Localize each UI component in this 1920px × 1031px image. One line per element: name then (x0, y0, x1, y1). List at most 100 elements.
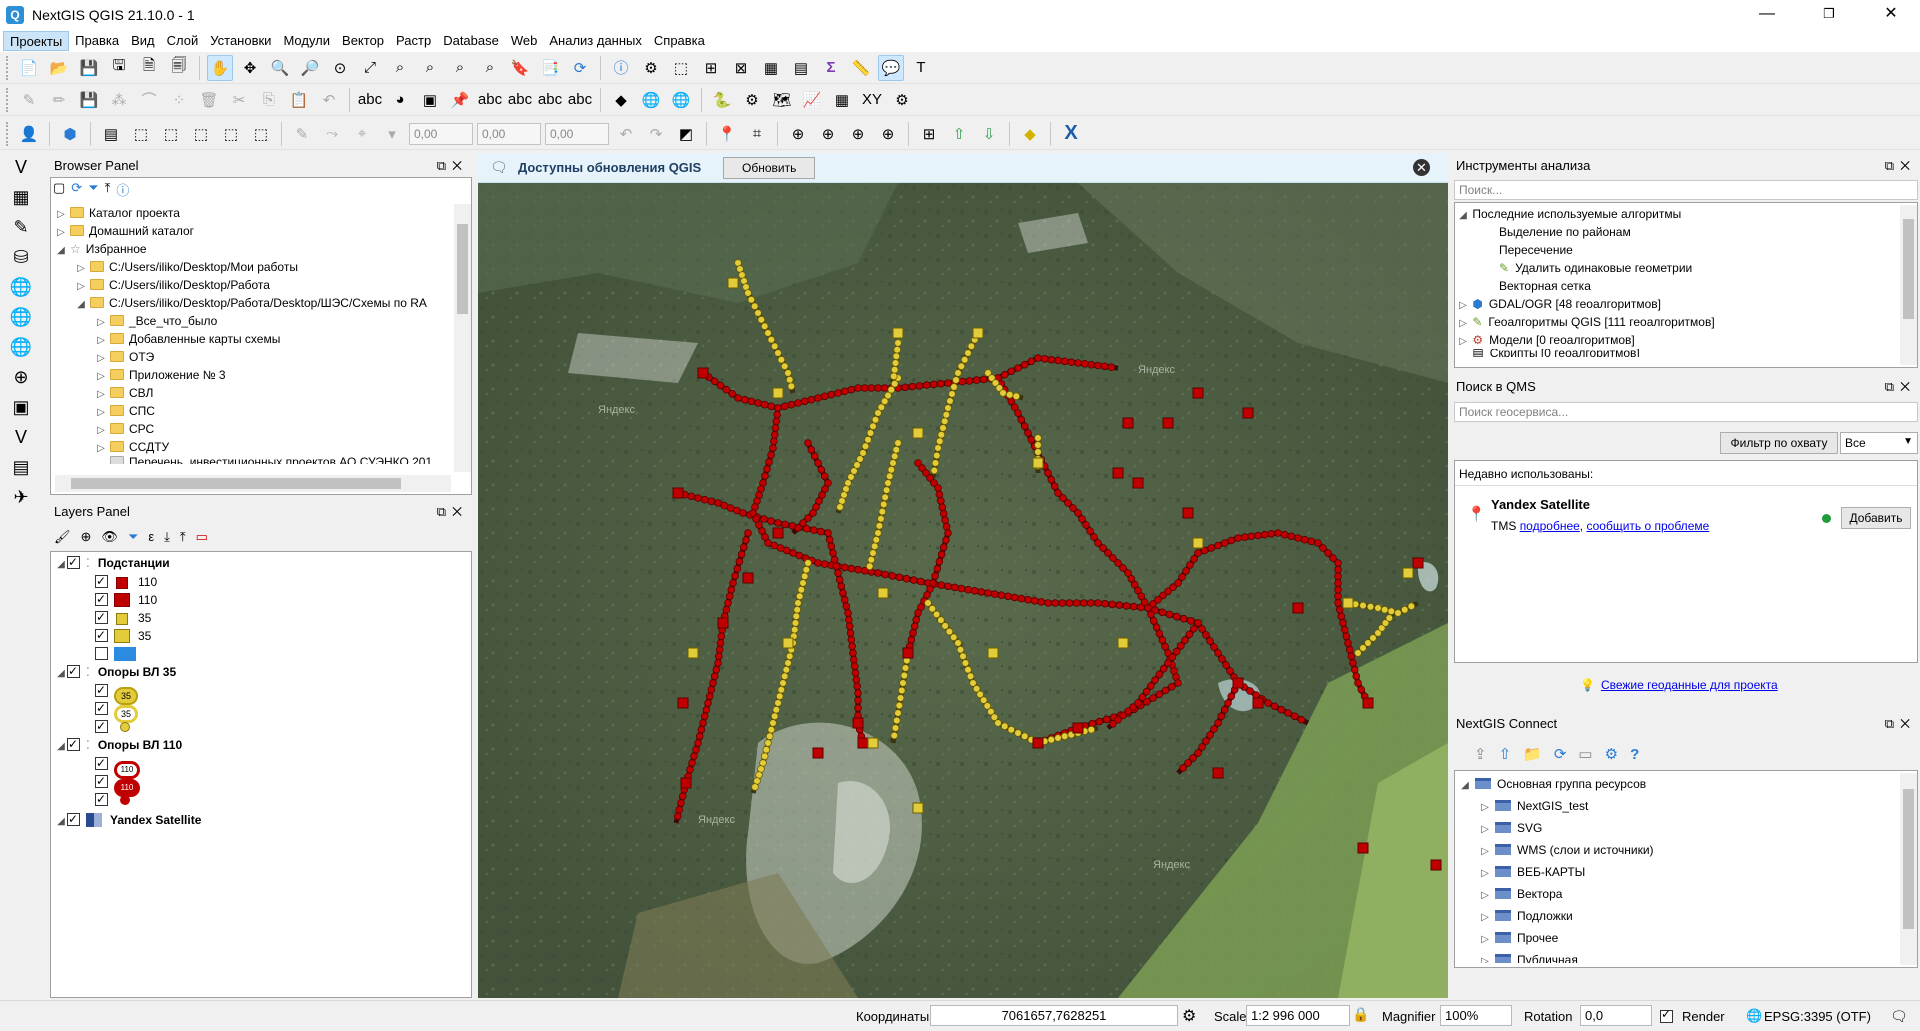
scale-input[interactable]: 1:2 996 000 (1246, 1005, 1350, 1026)
browser-item[interactable]: ▷ C:/Users/iliko/Desktop/Мои работы (55, 258, 451, 276)
digitize-icon[interactable]: ✎ (289, 121, 315, 147)
browser-item[interactable]: ▷ _Все_что_было (55, 312, 451, 330)
properties-icon[interactable]: ⓘ (116, 180, 129, 200)
statistics-icon[interactable]: Σ (818, 55, 844, 81)
new-bookmark-icon[interactable]: 🔖 (507, 55, 533, 81)
legend-checkbox[interactable] (95, 754, 108, 772)
fresh-geodata-link[interactable]: Свежие геоданные для проекта (1601, 678, 1778, 692)
python-console-icon[interactable]: 🐍 (709, 87, 735, 113)
provider-item[interactable]: ▷ ✎ Геоалгоритмы QGIS [111 геоалгоритмов] (1457, 313, 1897, 331)
menu-help[interactable]: Справка (648, 31, 711, 51)
table-icon[interactable]: ▤ (98, 121, 124, 147)
add-raster-icon[interactable]: ▦ (8, 184, 34, 210)
resource-group[interactable]: ◢ Основная группа ресурсов (1459, 773, 1899, 795)
label-icon[interactable]: abc (357, 87, 383, 113)
new-layer-icon[interactable]: V (8, 424, 34, 450)
gps-tool-2-icon[interactable]: ⊕ (815, 121, 841, 147)
select-radius-icon[interactable]: ⬚ (218, 121, 244, 147)
vertex-tool-icon[interactable]: ⌒ (136, 87, 162, 113)
globe-search-icon[interactable]: 🌐 (668, 87, 694, 113)
panel-float-close-icon[interactable]: ⧉✕ (1885, 156, 1916, 176)
layer-group[interactable]: ◢⁚Подстанции (55, 554, 465, 573)
measure-icon[interactable]: 📏 (848, 55, 874, 81)
xy-tools-icon[interactable]: XY (859, 87, 885, 113)
resource-item[interactable]: ▷ NextGIS_test (1459, 795, 1899, 817)
add-group-icon[interactable]: ⊕ (81, 529, 92, 545)
field-calculator-icon[interactable]: ▤ (788, 55, 814, 81)
algorithm-item[interactable]: Выделение по районам (1457, 223, 1897, 241)
save-edits-icon[interactable]: 💾 (76, 87, 102, 113)
provider-item[interactable]: ▷ ⚙ Модели [0 геоалгоритмов] (1457, 331, 1897, 349)
menu-edit[interactable]: Правка (69, 31, 125, 51)
advanced-digitize-icon[interactable]: ▾ (379, 121, 405, 147)
import-icon[interactable]: ⇪ (1474, 745, 1487, 763)
paste-features-icon[interactable]: 📋 (286, 87, 312, 113)
move-feature-icon[interactable]: ⁘ (166, 87, 192, 113)
legend-checkbox[interactable] (95, 681, 108, 699)
analysis-scrollbar[interactable] (1900, 205, 1917, 365)
cut-features-icon[interactable]: ✂ (226, 87, 252, 113)
text-annotation-icon[interactable]: T (908, 55, 934, 81)
recent-algorithms-node[interactable]: ◢ Последние используемые алгоритмы (1457, 205, 1897, 223)
browser-item[interactable]: ▷ Домашний каталог (55, 222, 451, 240)
pan-icon[interactable]: ✋ (207, 54, 233, 81)
provider-item[interactable]: ▷ ⬢ GDAL/OGR [48 геоалгоритмов] (1457, 295, 1897, 313)
qms-search-input[interactable]: Поиск геосервиса... (1454, 402, 1918, 422)
legend-checkbox[interactable] (95, 608, 108, 626)
preview-icon[interactable]: ▭ (1578, 745, 1592, 763)
browser-item[interactable]: ▷ ССДТУ (55, 438, 451, 456)
menu-plugins[interactable]: Модули (277, 31, 336, 51)
messages-icon[interactable]: 🗨 (1890, 1008, 1908, 1025)
add-vector-icon[interactable]: V (8, 154, 34, 180)
provider-item[interactable]: ▤ Скрипты [0 геоалгоритмов] (1457, 349, 1897, 357)
pin-label-icon[interactable]: 📌 (447, 87, 473, 113)
details-link[interactable]: подробнее (1520, 519, 1580, 533)
add-xyz-icon[interactable]: ✈ (8, 484, 34, 510)
nextgis-scrollbar[interactable] (1900, 773, 1917, 965)
trace-icon[interactable]: ⤳ (319, 121, 345, 147)
save-as-icon[interactable]: 🖫 (106, 55, 132, 81)
snap-icon[interactable]: ⌖ (349, 121, 375, 147)
run-action-icon[interactable]: ⚙ (638, 55, 664, 81)
resource-item[interactable]: ▷ Вектора (1459, 883, 1899, 905)
layer-checkbox[interactable] (67, 662, 80, 681)
lock-scale-icon[interactable]: 🔒 (1352, 1006, 1369, 1023)
zoom-layer-icon[interactable]: ⌕ (417, 55, 443, 81)
x-tool-icon[interactable]: X (1058, 121, 1084, 147)
delete-selected-icon[interactable]: 🗑 (196, 87, 222, 113)
browser-item[interactable]: ▷ СВЛ (55, 384, 451, 402)
plugin-gear-icon[interactable]: ⚙ (889, 87, 915, 113)
deselect-icon[interactable]: ⊠ (728, 55, 754, 81)
maximize-button[interactable]: ❐ (1806, 0, 1852, 30)
deselect-all-icon[interactable]: ⬚ (248, 121, 274, 147)
zoom-native-icon[interactable]: ⊙ (327, 55, 353, 81)
gps-tool-4-icon[interactable]: ⊕ (875, 121, 901, 147)
geo-tag-icon[interactable]: 📍 (714, 121, 740, 147)
add-selected-icon[interactable]: ▢ (53, 180, 65, 200)
gps-tool-1-icon[interactable]: ⊕ (785, 121, 811, 147)
change-label-icon[interactable]: abc (567, 87, 593, 113)
coord-y-input[interactable]: 0,00 (477, 122, 541, 145)
resource-item[interactable]: ▷ Публичная (1459, 949, 1899, 963)
upload-icon[interactable]: ⇧ (946, 121, 972, 147)
gps-tool-3-icon[interactable]: ⊕ (845, 121, 871, 147)
expand-all-icon[interactable]: ⤓ (164, 529, 170, 545)
attribute-table-icon[interactable]: ▦ (758, 55, 784, 81)
add-service-button[interactable]: Добавить (1841, 507, 1911, 529)
browser-item[interactable]: ▷ Каталог проекта (55, 204, 451, 222)
filter-icon[interactable]: ⏷ (88, 180, 98, 200)
download-icon[interactable]: ⇩ (976, 121, 1002, 147)
coord-x-input[interactable]: 0,00 (409, 122, 473, 145)
resource-item[interactable]: ▷ WMS (слои и источники) (1459, 839, 1899, 861)
pan-to-selection-icon[interactable]: ✥ (237, 55, 263, 81)
browser-item[interactable]: ▷ Приложение № 3 (55, 366, 451, 384)
select-free-icon[interactable]: ⬚ (188, 121, 214, 147)
menu-raster[interactable]: Растр (390, 31, 437, 51)
menu-projects[interactable]: Проекты (3, 31, 70, 51)
legend-checkbox[interactable] (95, 626, 108, 644)
new-folder-icon[interactable]: 📁 (1523, 745, 1542, 763)
refresh-icon[interactable]: ⟳ (567, 55, 593, 81)
render-checkbox[interactable] (1660, 1007, 1673, 1023)
collapse-all-icon[interactable]: ⤒ (105, 180, 111, 200)
save-project-icon[interactable]: 💾 (76, 55, 102, 81)
